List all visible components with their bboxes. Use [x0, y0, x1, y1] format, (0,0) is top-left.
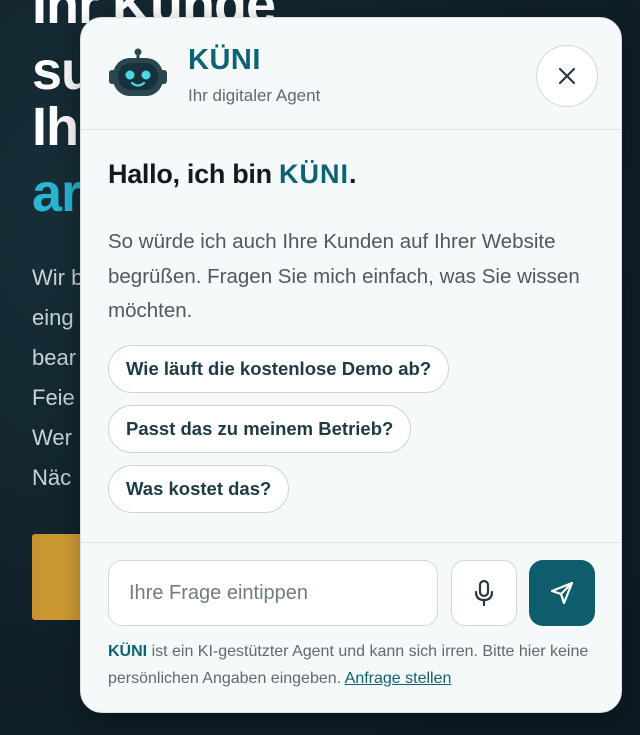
bg-heading-line-3: Ih [32, 97, 79, 157]
bg-body-line: Näc [32, 465, 72, 490]
disclaimer-brand: KÜNI [108, 643, 148, 660]
agent-subtitle: Ihr digitaler Agent [188, 86, 321, 105]
bg-heading-line-4: ar [32, 163, 82, 223]
question-input[interactable] [108, 560, 438, 626]
robot-icon [107, 48, 169, 100]
greeting-suffix: . [349, 159, 357, 189]
suggestion-chip[interactable]: Was kostet das? [108, 465, 290, 513]
agent-name: KÜNI [188, 44, 261, 76]
greeting-agent-name: KÜNI [279, 159, 350, 189]
greeting-prefix: Hallo, ich bin [108, 159, 272, 189]
suggestion-chip[interactable]: Wie läuft die kostenlose Demo ab? [108, 345, 450, 393]
bg-body-text: Wir b eing bear Feie Wer Näc [32, 258, 83, 498]
disclaimer: KÜNI ist ein KI-gestützter Agent und kan… [108, 638, 598, 692]
divider [81, 542, 621, 543]
close-icon [558, 67, 576, 85]
intro-message: So würde ich auch Ihre Kunden auf Ihrer … [108, 230, 580, 322]
bg-body-line: bear [32, 345, 77, 370]
microphone-icon [474, 579, 494, 607]
bg-body-line: Wir b [32, 265, 84, 290]
bg-body-line: eing [32, 305, 74, 330]
send-button[interactable] [529, 560, 595, 626]
close-button[interactable] [536, 45, 598, 107]
bg-body-line: Feie [32, 385, 75, 410]
request-link[interactable]: Anfrage stellen [345, 670, 452, 687]
suggestion-chip[interactable]: Passt das zu meinem Betrieb? [108, 405, 412, 453]
chat-widget: KÜNI Ihr digitaler Agent Hallo, ich bin … [80, 17, 622, 713]
bg-body-line: Wer [32, 425, 72, 450]
greeting-heading: Hallo, ich bin KÜNI. [108, 159, 357, 190]
send-icon [550, 581, 574, 605]
chat-header: KÜNI Ihr digitaler Agent [81, 18, 621, 130]
microphone-button[interactable] [451, 560, 517, 626]
